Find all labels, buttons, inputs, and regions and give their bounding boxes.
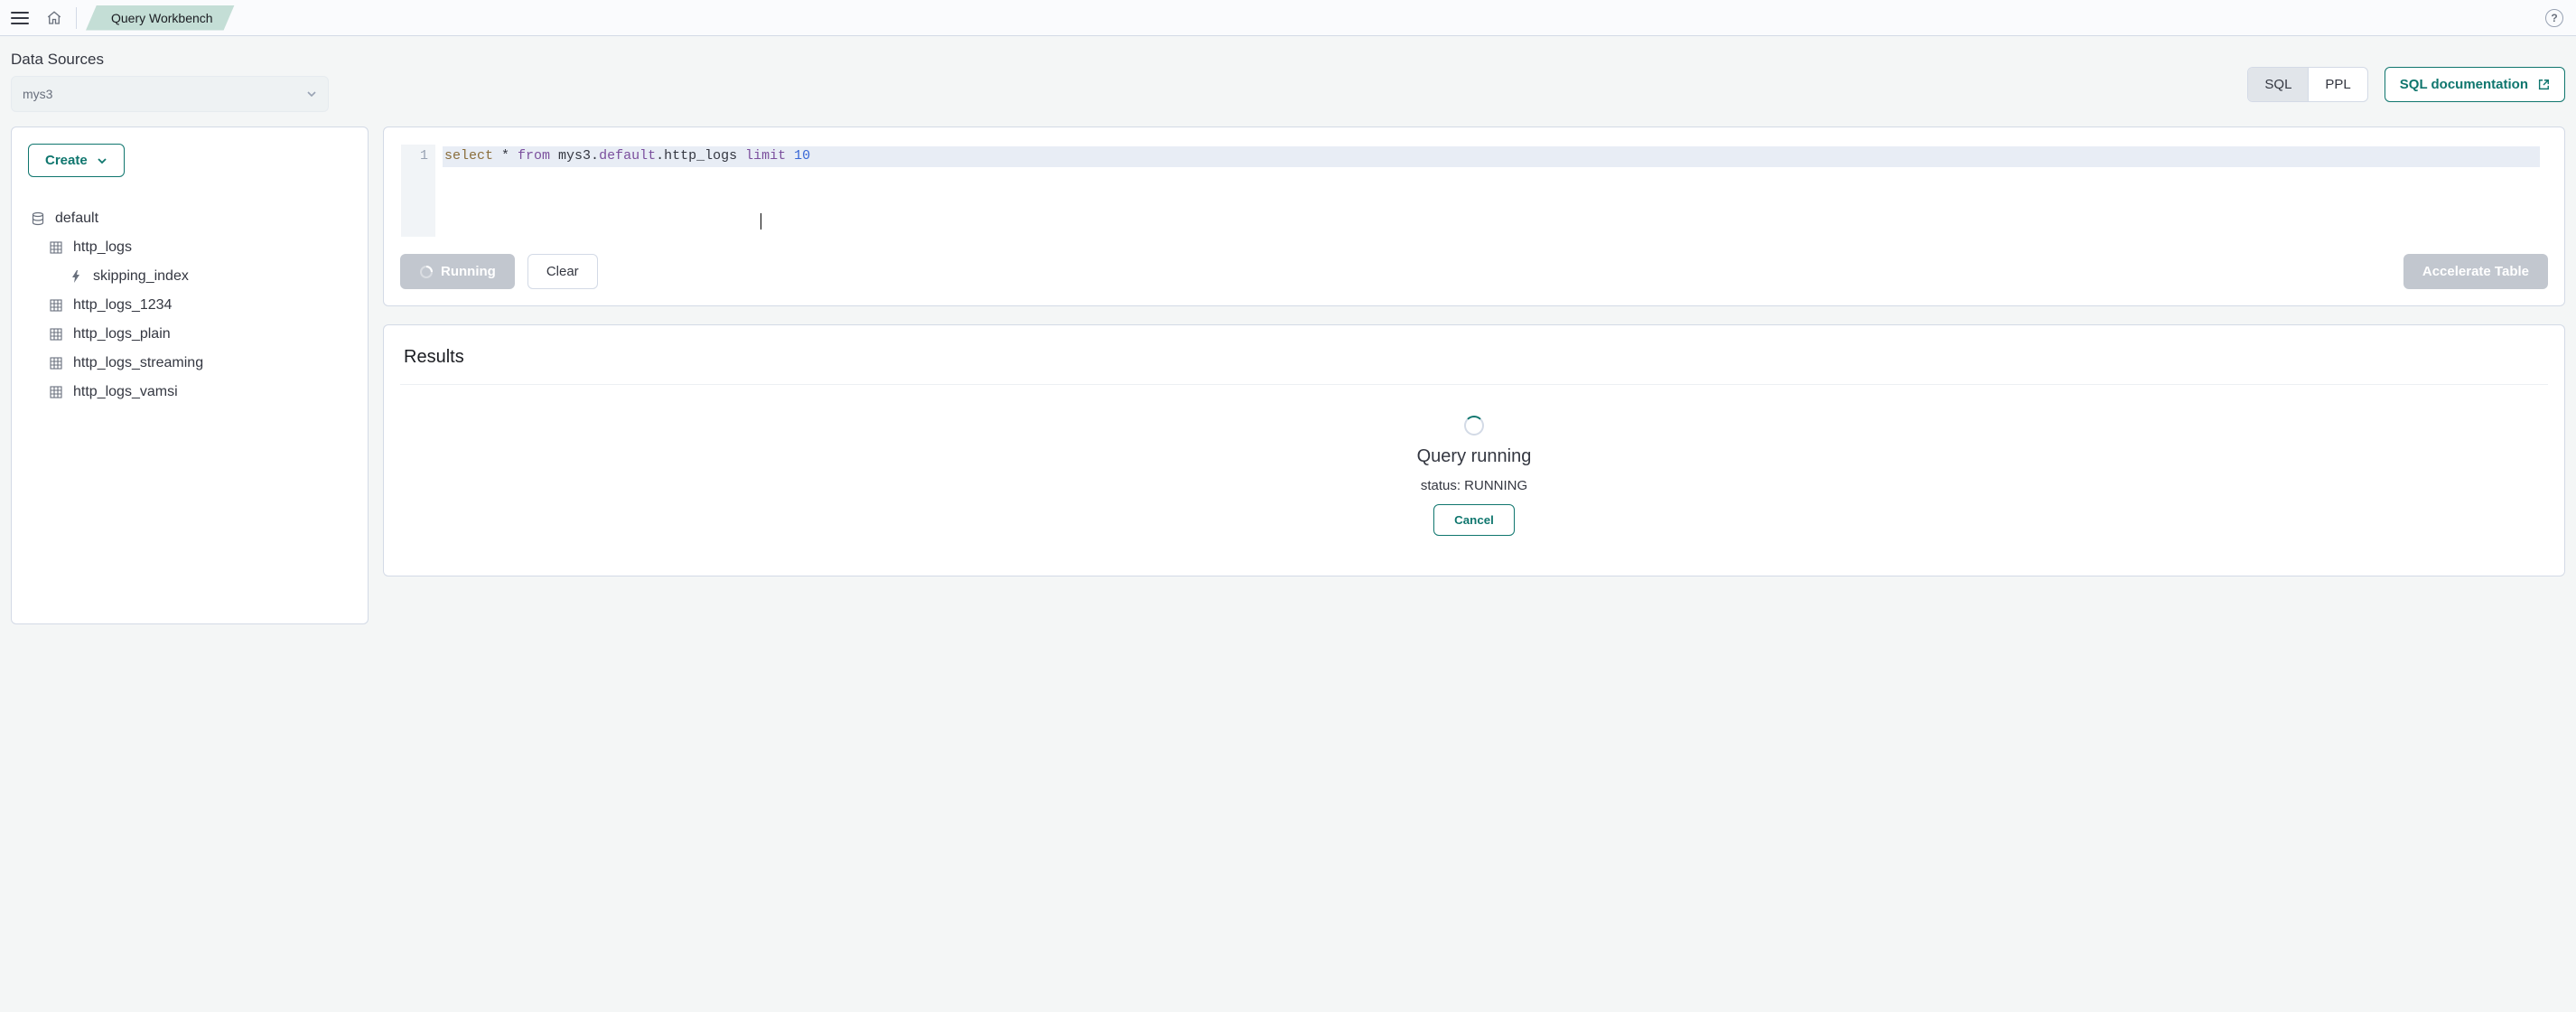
sql-documentation-label: SQL documentation bbox=[2400, 77, 2528, 92]
table-icon bbox=[48, 239, 64, 256]
token-from: from bbox=[518, 148, 550, 164]
lang-sql-button[interactable]: SQL bbox=[2248, 68, 2308, 101]
token-schema: default bbox=[599, 148, 656, 164]
editor-actions: Running Clear Accelerate Table bbox=[400, 254, 2548, 289]
external-link-icon bbox=[2537, 79, 2550, 91]
token-limit: limit bbox=[745, 148, 786, 164]
tree-index-label: skipping_index bbox=[93, 268, 189, 285]
token-space bbox=[786, 148, 794, 164]
table-icon bbox=[48, 384, 64, 400]
tree-table[interactable]: http_logs_plain bbox=[28, 320, 351, 349]
tree-table-label: http_logs_plain bbox=[73, 326, 171, 342]
breadcrumb-label: Query Workbench bbox=[111, 11, 213, 25]
chevron-down-icon bbox=[306, 89, 317, 99]
token-select: select bbox=[444, 148, 493, 164]
run-button[interactable]: Running bbox=[400, 254, 515, 289]
tree-table-label: http_logs_vamsi bbox=[73, 384, 178, 400]
sql-documentation-button[interactable]: SQL documentation bbox=[2385, 67, 2565, 102]
tree-database-label: default bbox=[55, 211, 98, 227]
cancel-button-label: Cancel bbox=[1454, 513, 1494, 527]
help-button[interactable]: ? bbox=[2545, 9, 2563, 27]
run-button-label: Running bbox=[441, 264, 496, 279]
clear-button-label: Clear bbox=[546, 264, 579, 279]
tree-table[interactable]: http_logs_streaming bbox=[28, 349, 351, 378]
breadcrumb[interactable]: Query Workbench bbox=[86, 5, 235, 31]
table-icon bbox=[48, 326, 64, 342]
divider bbox=[76, 7, 77, 29]
schema-tree: default http_logs skipping_index bbox=[28, 204, 351, 407]
database-icon bbox=[30, 211, 46, 227]
accelerate-table-label: Accelerate Table bbox=[2422, 264, 2529, 279]
results-title: Results bbox=[400, 342, 2548, 384]
tree-index[interactable]: skipping_index bbox=[28, 262, 351, 291]
tree-table-label: http_logs_streaming bbox=[73, 355, 203, 371]
menu-toggle-button[interactable] bbox=[11, 7, 33, 29]
tree-table[interactable]: http_logs_1234 bbox=[28, 291, 351, 320]
line-number: 1 bbox=[401, 148, 428, 164]
table-icon bbox=[48, 355, 64, 371]
token-ds: mys3. bbox=[550, 148, 599, 164]
loading-spinner-icon bbox=[1464, 416, 1484, 436]
query-running-title: Query running bbox=[1417, 446, 1532, 467]
chevron-down-icon bbox=[97, 155, 107, 166]
token-star: * bbox=[493, 148, 518, 164]
lang-ppl-button[interactable]: PPL bbox=[2308, 68, 2366, 101]
create-button[interactable]: Create bbox=[28, 144, 125, 177]
sidebar: Create default bbox=[11, 126, 369, 624]
spinner-icon bbox=[419, 265, 434, 279]
editor-gutter: 1 bbox=[401, 145, 435, 237]
header-row: Data Sources mys3 SQL PPL SQL documentat… bbox=[11, 51, 2565, 112]
token-table: .http_logs bbox=[656, 148, 745, 164]
tree-table-label: http_logs_1234 bbox=[73, 297, 172, 314]
editor-content[interactable]: select * from mys3.default.http_logs lim… bbox=[435, 145, 2547, 237]
data-sources-label: Data Sources bbox=[11, 51, 2565, 69]
tree-table[interactable]: http_logs_vamsi bbox=[28, 378, 351, 407]
query-status: status: RUNNING bbox=[1421, 478, 1527, 493]
topbar: Query Workbench ? bbox=[0, 0, 2576, 36]
code-editor[interactable]: 1 select * from mys3.default.http_logs l… bbox=[400, 144, 2548, 238]
cancel-button[interactable]: Cancel bbox=[1433, 504, 1515, 536]
query-editor-panel: 1 select * from mys3.default.http_logs l… bbox=[383, 126, 2565, 306]
tree-table[interactable]: http_logs bbox=[28, 233, 351, 262]
token-number: 10 bbox=[794, 148, 810, 164]
table-icon bbox=[48, 297, 64, 314]
accelerate-table-button[interactable]: Accelerate Table bbox=[2403, 254, 2548, 289]
data-source-value: mys3 bbox=[23, 87, 52, 101]
tree-database[interactable]: default bbox=[28, 204, 351, 233]
bolt-icon bbox=[68, 268, 84, 285]
data-source-select[interactable]: mys3 bbox=[11, 76, 329, 112]
results-panel: Results Query running status: RUNNING Ca… bbox=[383, 324, 2565, 576]
language-toggle: SQL PPL bbox=[2247, 67, 2367, 102]
home-button[interactable] bbox=[43, 7, 65, 29]
create-label: Create bbox=[45, 153, 88, 168]
clear-button[interactable]: Clear bbox=[527, 254, 598, 289]
tree-table-label: http_logs bbox=[73, 239, 132, 256]
